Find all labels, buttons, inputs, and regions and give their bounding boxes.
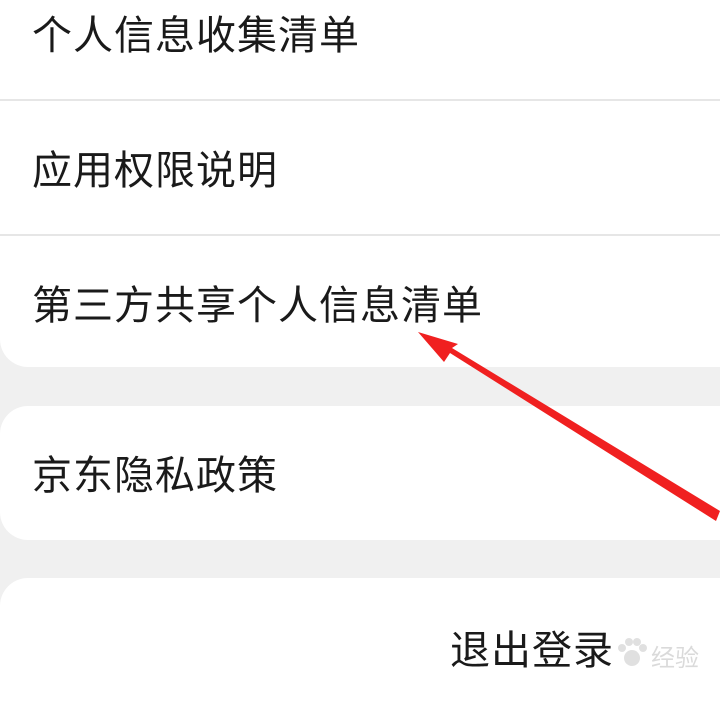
menu-item-label: 个人信息收集清单 [32,13,360,59]
menu-item-label: 京东隐私政策 [32,453,278,499]
menu-item-third-party-sharing[interactable]: 第三方共享个人信息清单 [0,236,720,367]
menu-item-app-permissions[interactable]: 应用权限说明 [0,101,720,235]
privacy-policy-card: 京东隐私政策 [0,406,720,540]
watermark-text: 经验 [651,644,699,672]
menu-item-personal-info-collection[interactable]: 个人信息收集清单 [0,0,720,100]
menu-item-label: 应用权限说明 [32,148,278,194]
logout-button[interactable]: 退出登录 [450,631,614,671]
menu-item-label: 第三方共享个人信息清单 [32,283,483,329]
watermark-logo: 经验 [615,628,715,678]
paw-icon [618,638,647,666]
privacy-menu-card: 个人信息收集清单 应用权限说明 第三方共享个人信息清单 [0,0,720,367]
menu-item-jd-privacy-policy[interactable]: 京东隐私政策 [0,406,720,540]
